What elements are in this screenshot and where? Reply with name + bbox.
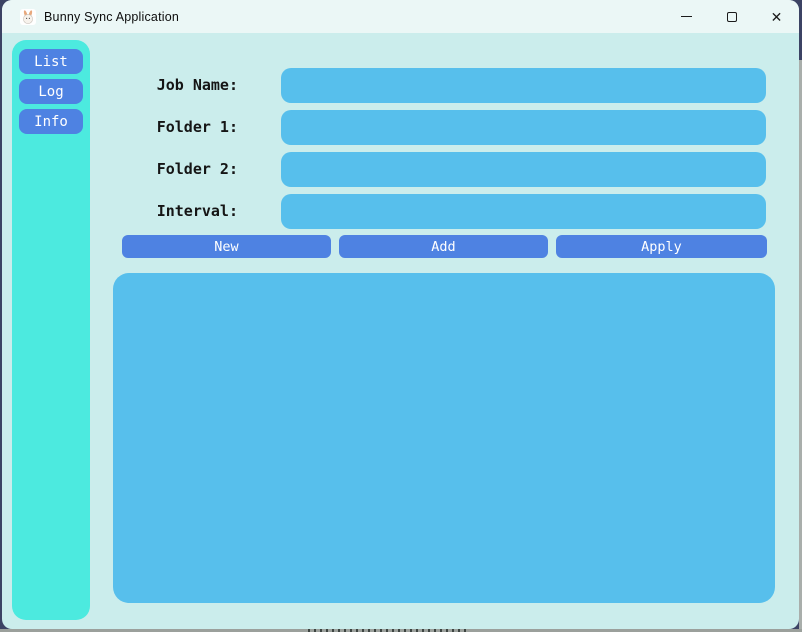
folder-1-label: Folder 1: [2, 118, 238, 136]
maximize-button[interactable] [709, 0, 754, 33]
interval-label: Interval: [2, 202, 238, 220]
maximize-icon [727, 12, 737, 22]
form-row-job-name: Job Name: [2, 68, 799, 103]
output-panel[interactable] [113, 273, 775, 603]
job-name-label: Job Name: [2, 76, 238, 94]
app-window: Bunny Sync Application ✕ List Log [2, 0, 799, 629]
close-icon: ✕ [771, 10, 783, 24]
form-row-folder-2: Folder 2: [2, 152, 799, 187]
interval-field[interactable] [281, 194, 766, 229]
minimize-icon [681, 16, 692, 17]
folder-1-field[interactable] [281, 110, 766, 145]
bunny-app-icon [20, 9, 36, 25]
minimize-button[interactable] [664, 0, 709, 33]
desktop-background: Bunny Sync Application ✕ List Log [0, 0, 802, 632]
close-button[interactable]: ✕ [754, 0, 799, 33]
form-row-folder-1: Folder 1: [2, 110, 799, 145]
job-name-field[interactable] [281, 68, 766, 103]
titlebar: Bunny Sync Application ✕ [2, 0, 799, 33]
new-button[interactable]: New [122, 235, 331, 258]
folder-2-field[interactable] [281, 152, 766, 187]
apply-button[interactable]: Apply [556, 235, 767, 258]
window-controls: ✕ [664, 0, 799, 33]
window-title: Bunny Sync Application [44, 10, 179, 24]
folder-2-label: Folder 2: [2, 160, 238, 178]
add-button[interactable]: Add [339, 235, 548, 258]
form-row-interval: Interval: [2, 194, 799, 229]
